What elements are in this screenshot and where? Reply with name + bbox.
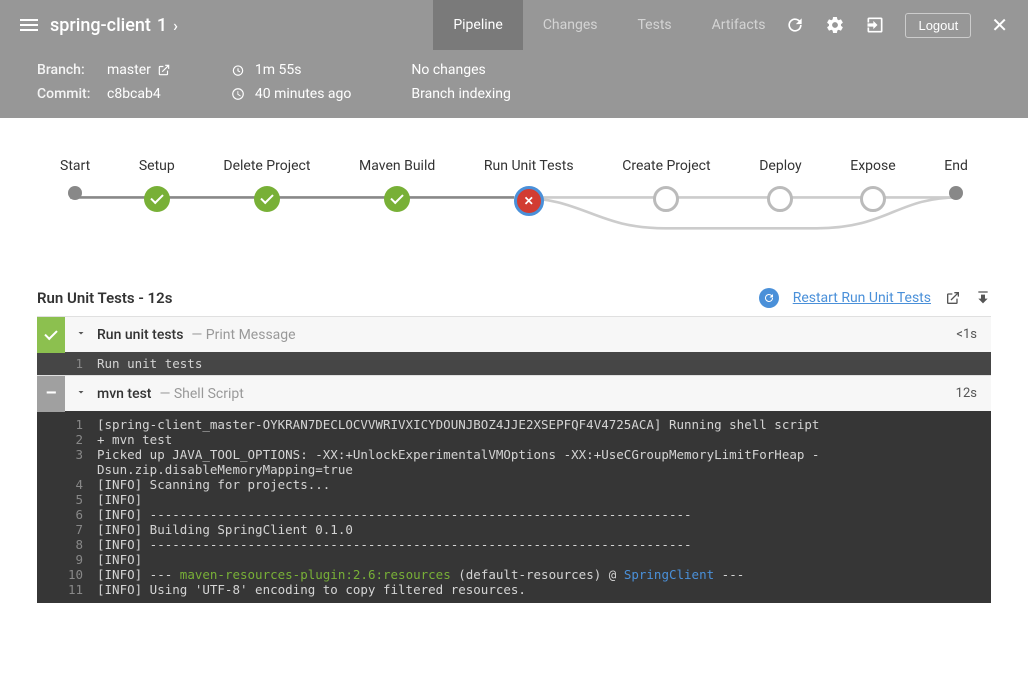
stage-label: Run Unit Tests <box>484 158 574 174</box>
stage-label: Delete Project <box>223 158 310 174</box>
trigger-text: Branch indexing <box>411 86 510 102</box>
log-line: 2+ mvn test <box>37 432 991 447</box>
rerun-icon[interactable] <box>785 15 805 35</box>
stage-setup[interactable]: Setup <box>139 158 175 216</box>
step-duration: 12s <box>956 386 991 401</box>
chevron-down-icon[interactable] <box>65 386 97 402</box>
stage-create-project[interactable]: Create Project <box>622 158 710 216</box>
stopwatch-icon <box>231 63 245 77</box>
tab-changes[interactable]: Changes <box>523 0 618 50</box>
chevron-right-icon[interactable]: › <box>173 16 178 35</box>
stage-label: Expose <box>850 158 895 174</box>
log-line: 1Run unit tests <box>37 356 991 371</box>
section-title-text: Run Unit Tests - 12s <box>37 289 172 307</box>
log-output: 1Run unit tests <box>37 352 991 375</box>
run-number: 1 <box>157 15 167 36</box>
top-header: spring-client 1 › PipelineChangesTestsAr… <box>0 0 1028 50</box>
check-icon <box>37 317 65 353</box>
close-icon[interactable]: ✕ <box>991 13 1008 37</box>
stage-expose[interactable]: Expose <box>850 158 895 216</box>
restart-link[interactable]: Restart Run Unit Tests <box>793 290 931 306</box>
log-line: 6[INFO] --------------------------------… <box>37 507 991 522</box>
section-header: Run Unit Tests - 12s Restart Run Unit Te… <box>0 276 1028 316</box>
log-line: 9[INFO] <box>37 552 991 567</box>
open-external-icon[interactable] <box>945 290 961 306</box>
restart-icon[interactable] <box>759 288 779 308</box>
stage-label: Deploy <box>759 158 801 174</box>
minus-icon: – <box>37 376 65 412</box>
stage-node[interactable] <box>514 186 544 216</box>
stage-label: End <box>944 158 968 174</box>
log-line: 8[INFO] --------------------------------… <box>37 537 991 552</box>
commit-label: Commit: <box>37 86 97 102</box>
stage-label: Maven Build <box>359 158 435 174</box>
step-duration: <1s <box>956 327 991 342</box>
gear-icon[interactable] <box>825 15 845 35</box>
log-line: 3Picked up JAVA_TOOL_OPTIONS: -XX:+Unloc… <box>37 447 991 477</box>
clock-icon <box>231 87 245 101</box>
header-tabs: PipelineChangesTestsArtifacts <box>433 0 785 50</box>
changes-text: No changes <box>411 62 485 78</box>
log-line: 4[INFO] Scanning for projects... <box>37 477 991 492</box>
menu-icon[interactable] <box>20 19 38 31</box>
stage-node[interactable] <box>144 186 170 212</box>
stage-end[interactable]: End <box>944 158 968 216</box>
tab-pipeline[interactable]: Pipeline <box>433 0 523 50</box>
commit-value[interactable]: c8bcab4 <box>107 86 161 102</box>
stage-delete-project[interactable]: Delete Project <box>223 158 310 216</box>
log-line: 10[INFO] --- maven-resources-plugin:2.6:… <box>37 567 991 582</box>
stage-node[interactable] <box>949 186 963 200</box>
stage-maven-build[interactable]: Maven Build <box>359 158 435 216</box>
stage-node[interactable] <box>653 186 679 212</box>
project-name: spring-client <box>50 15 151 36</box>
page-title: spring-client 1 › <box>50 15 178 36</box>
branch-value[interactable]: master <box>107 62 171 78</box>
step-desc: — Shell Script <box>159 386 243 402</box>
stage-node[interactable] <box>254 186 280 212</box>
step-row[interactable]: – mvn test — Shell Script 12s <box>37 375 991 411</box>
stage-node[interactable] <box>384 186 410 212</box>
stage-node[interactable] <box>767 186 793 212</box>
log-output: 1[spring-client_master-OYKRAN7DECLOCVVWR… <box>37 411 991 603</box>
header-left: spring-client 1 › <box>20 15 433 36</box>
exit-icon[interactable] <box>865 15 885 35</box>
log-line: 7[INFO] Building SpringClient 0.1.0 <box>37 522 991 537</box>
pipeline-graph: Start Setup Delete Project Maven Build Run U… <box>0 118 1028 276</box>
step-name: Run unit tests <box>97 327 183 343</box>
chevron-down-icon[interactable] <box>65 327 97 343</box>
step-row[interactable]: Run unit tests — Print Message <1s <box>37 316 991 352</box>
run-meta: Branch: master Commit: c8bcab4 1m 55s 40… <box>0 50 1028 118</box>
stage-label: Create Project <box>622 158 710 174</box>
log-line: 1[spring-client_master-OYKRAN7DECLOCVVWR… <box>37 417 991 432</box>
branch-label: Branch: <box>37 62 97 78</box>
download-icon[interactable] <box>975 290 991 306</box>
stage-deploy[interactable]: Deploy <box>759 158 801 216</box>
stage-label: Setup <box>139 158 175 174</box>
step-name: mvn test <box>97 386 151 402</box>
stage-run-unit-tests[interactable]: Run Unit Tests <box>484 158 574 216</box>
logout-button[interactable]: Logout <box>905 13 971 38</box>
external-link-icon <box>157 63 171 77</box>
age-value: 40 minutes ago <box>255 86 352 102</box>
duration-value: 1m 55s <box>255 62 302 78</box>
stage-start[interactable]: Start <box>60 158 90 216</box>
tab-artifacts[interactable]: Artifacts <box>692 0 786 50</box>
header-actions: Logout ✕ <box>785 13 1008 38</box>
log-line: 11[INFO] Using 'UTF-8' encoding to copy … <box>37 582 991 597</box>
stage-node[interactable] <box>68 186 82 200</box>
step-desc: — Print Message <box>191 327 295 343</box>
tab-tests[interactable]: Tests <box>618 0 692 50</box>
stage-node[interactable] <box>860 186 886 212</box>
log-line: 5[INFO] <box>37 492 991 507</box>
stage-label: Start <box>60 158 90 174</box>
